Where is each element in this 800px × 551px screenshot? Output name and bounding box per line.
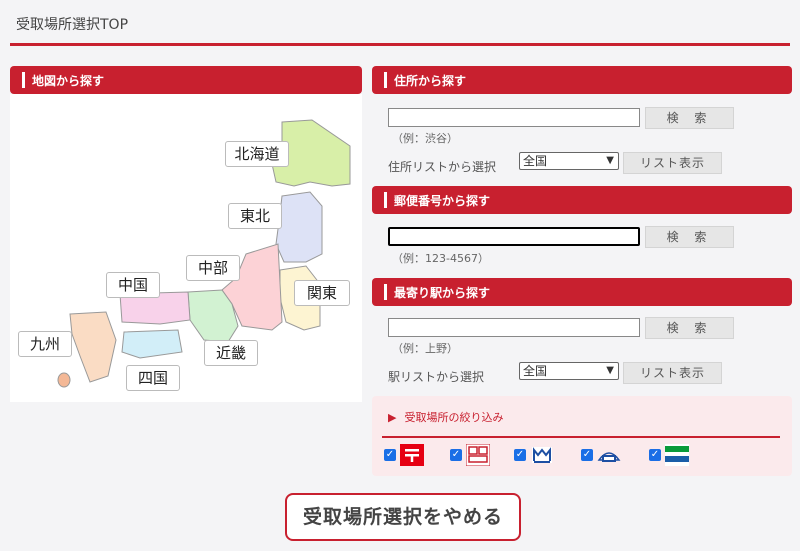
familymart-icon [665, 444, 689, 466]
filter-divider [382, 436, 780, 438]
filter-checkbox-post-office[interactable]: ✓ [384, 449, 396, 461]
map-region-tohoku[interactable] [275, 191, 323, 263]
triangle-right-icon: ▶ [388, 411, 397, 424]
filter-checkbox-pudo[interactable]: ✓ [581, 449, 593, 461]
address-region-select[interactable]: 全国 ▼ [519, 152, 619, 170]
japan-map-panel: 北海道 東北 中部 関東 中国 近畿 九州 四国 [10, 94, 362, 402]
station-list-label: 駅リストから選択 [388, 370, 485, 384]
region-label-hokkaido[interactable]: 北海道 [225, 141, 289, 167]
address-list-button[interactable]: リスト表示 [623, 152, 722, 174]
address-search-input[interactable] [388, 108, 640, 127]
station-section-header: 最寄り駅から探す [372, 278, 792, 306]
cancel-selection-button[interactable]: 受取場所選択をやめる [285, 493, 521, 541]
chevron-down-icon: ▼ [606, 155, 614, 166]
address-example: （例：渋谷） [392, 132, 458, 145]
post-office-icon [400, 444, 424, 466]
pudo-locker-icon [597, 452, 621, 462]
region-label-chugoku[interactable]: 中国 [106, 272, 160, 298]
filter-toggle[interactable]: ▶ 受取場所の絞り込み [388, 409, 503, 425]
postal-section-header: 郵便番号から探す [372, 186, 792, 214]
filter-panel: ▶ 受取場所の絞り込み ✓ ✓ ✓ ✓ ✓ [372, 396, 792, 476]
region-label-tohoku[interactable]: 東北 [228, 203, 282, 229]
region-label-shikoku[interactable]: 四国 [126, 365, 180, 391]
postal-search-button[interactable]: 検 索 [645, 226, 734, 248]
filter-title-label: 受取場所の絞り込み [404, 411, 504, 424]
address-region-select-value: 全国 [523, 154, 548, 168]
station-region-select-value: 全国 [523, 364, 548, 378]
address-list-label: 住所リストから選択 [388, 160, 497, 174]
address-section-header: 住所から探す [372, 66, 792, 94]
station-search-button[interactable]: 検 索 [645, 317, 734, 339]
map-region-okinawa[interactable] [57, 372, 71, 388]
region-label-chubu[interactable]: 中部 [186, 255, 240, 281]
page-title: 受取場所選択TOP [16, 17, 129, 33]
map-region-kyushu[interactable] [69, 311, 117, 383]
filter-checkbox-lawson[interactable]: ✓ [450, 449, 462, 461]
ministop-icon [532, 447, 552, 463]
station-example: （例：上野） [392, 342, 458, 355]
address-search-button[interactable]: 検 索 [645, 107, 734, 129]
region-label-kyushu[interactable]: 九州 [18, 331, 72, 357]
postal-example: （例：123-4567） [392, 252, 489, 265]
station-region-select[interactable]: 全国 ▼ [519, 362, 619, 380]
station-search-input[interactable] [388, 318, 640, 337]
chevron-down-icon: ▼ [606, 365, 614, 376]
station-list-button[interactable]: リスト表示 [623, 362, 722, 384]
postal-code-input[interactable] [388, 227, 640, 246]
filter-checkbox-familymart[interactable]: ✓ [649, 449, 661, 461]
filter-checkbox-ministop[interactable]: ✓ [514, 449, 526, 461]
title-divider [10, 43, 790, 46]
region-label-kanto[interactable]: 関東 [294, 280, 350, 306]
map-region-shikoku[interactable] [121, 329, 183, 359]
lawson-icon [466, 444, 490, 466]
map-section-header: 地図から探す [10, 66, 362, 94]
region-label-kinki[interactable]: 近畿 [204, 340, 258, 366]
